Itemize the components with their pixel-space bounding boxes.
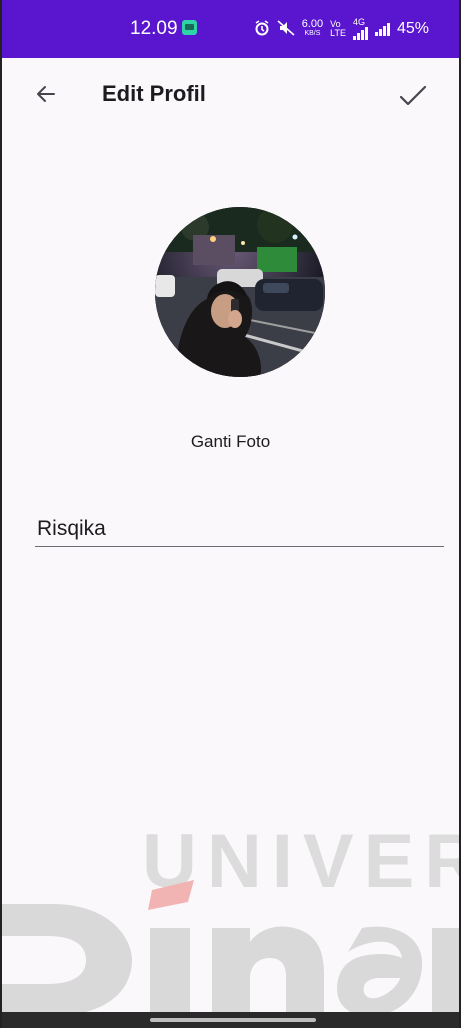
volte-bottom: LTE [330, 28, 346, 38]
app-bar: Edit Profil [2, 58, 459, 130]
profile-photo [155, 207, 325, 377]
signal-bars-icon-2 [374, 22, 390, 36]
alarm-icon [254, 19, 270, 39]
message-notification-icon [182, 20, 197, 35]
name-field[interactable] [35, 512, 444, 547]
home-gesture-handle[interactable] [150, 1018, 316, 1022]
page-title: Edit Profil [102, 81, 206, 106]
network-speed: 6.00 KB/S [301, 18, 324, 38]
status-bar: 12.09 6.00 KB/S Vo LTE 4G 45% [2, 0, 459, 58]
mute-icon [277, 19, 295, 39]
navigation-bar [2, 1012, 459, 1028]
signal-bars-icon [352, 27, 368, 40]
status-icons: 6.00 KB/S Vo LTE 4G 45% [254, 0, 429, 58]
avatar[interactable] [155, 207, 325, 377]
volte-indicator: Vo LTE [330, 20, 346, 38]
watermark-logo [2, 880, 459, 1016]
battery-percentage: 45% [396, 20, 429, 37]
save-button[interactable] [393, 76, 433, 116]
phone-screen: 12.09 6.00 KB/S Vo LTE 4G 45% Edit Profi… [0, 0, 461, 1028]
arrow-left-icon [37, 86, 55, 102]
change-photo-button[interactable]: Ganti Foto [2, 432, 459, 452]
network-type: 4G [352, 17, 368, 40]
network-speed-value: 6.00 [301, 18, 324, 30]
network-speed-unit: KB/S [304, 30, 321, 37]
status-time: 12.09 [130, 18, 178, 39]
name-input[interactable] [35, 512, 444, 546]
check-icon [399, 85, 427, 106]
network-type-label: 4G [352, 17, 365, 27]
back-button[interactable] [26, 74, 66, 114]
